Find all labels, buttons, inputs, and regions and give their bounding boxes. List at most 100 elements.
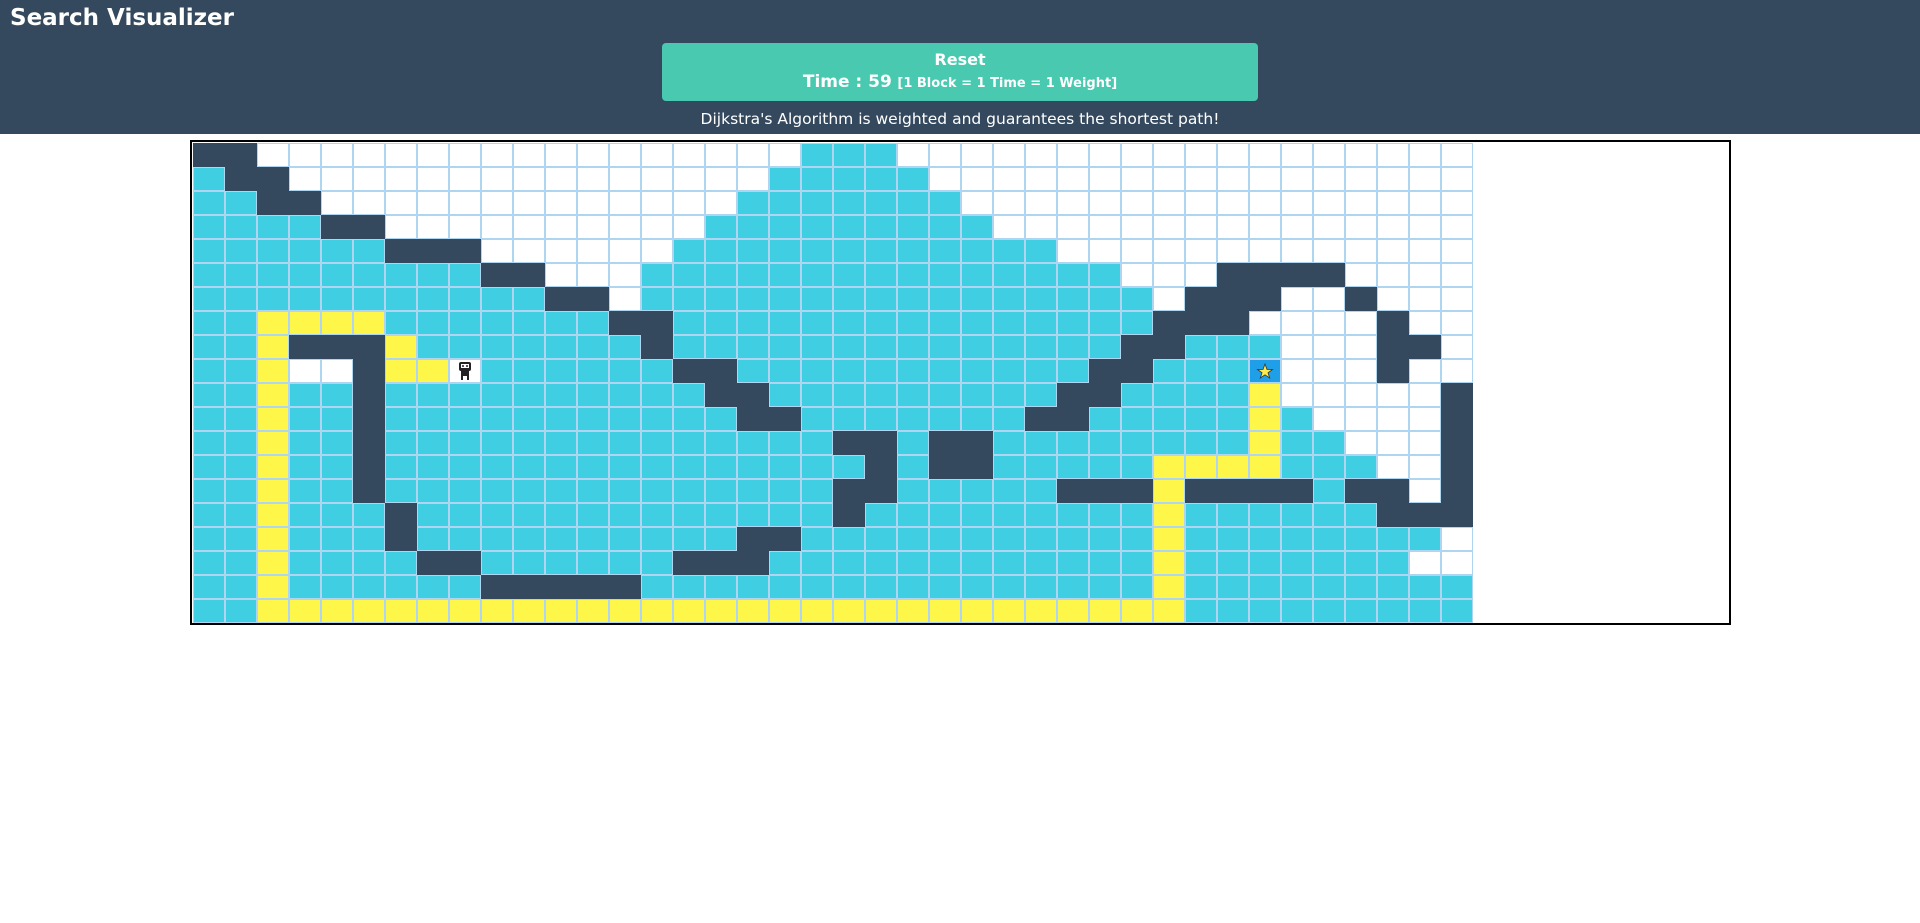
visited-cell[interactable] [673,335,705,359]
path-cell[interactable] [353,311,385,335]
visited-cell[interactable] [481,503,513,527]
path-cell[interactable] [545,599,577,623]
visited-cell[interactable] [1313,527,1345,551]
grid-cell[interactable] [673,191,705,215]
wall-cell[interactable] [1249,479,1281,503]
visited-cell[interactable] [449,287,481,311]
wall-cell[interactable] [737,527,769,551]
wall-cell[interactable] [193,143,225,167]
grid-cell[interactable] [577,263,609,287]
wall-cell[interactable] [833,503,865,527]
path-cell[interactable] [257,431,289,455]
visited-cell[interactable] [641,431,673,455]
visited-cell[interactable] [801,503,833,527]
wall-cell[interactable] [1121,359,1153,383]
visited-cell[interactable] [641,455,673,479]
path-cell[interactable] [257,383,289,407]
visited-cell[interactable] [993,575,1025,599]
visited-cell[interactable] [1281,575,1313,599]
visited-cell[interactable] [545,479,577,503]
visited-cell[interactable] [577,527,609,551]
visited-cell[interactable] [801,383,833,407]
grid-cell[interactable] [641,239,673,263]
wall-cell[interactable] [545,287,577,311]
visited-cell[interactable] [1377,527,1409,551]
visited-cell[interactable] [1345,503,1377,527]
visited-cell[interactable] [801,191,833,215]
visited-cell[interactable] [545,383,577,407]
visited-cell[interactable] [417,311,449,335]
grid-cell[interactable] [1441,239,1473,263]
visited-cell[interactable] [385,287,417,311]
grid-cell[interactable] [321,359,353,383]
grid-cell[interactable] [513,215,545,239]
grid-cell[interactable] [385,215,417,239]
grid-cell[interactable] [1377,143,1409,167]
path-cell[interactable] [961,599,993,623]
grid-cell[interactable] [1089,215,1121,239]
visited-cell[interactable] [1153,407,1185,431]
visited-cell[interactable] [1281,527,1313,551]
visited-cell[interactable] [897,551,929,575]
visited-cell[interactable] [993,551,1025,575]
wall-cell[interactable] [1057,407,1089,431]
visited-cell[interactable] [961,503,993,527]
grid-cell[interactable] [1409,311,1441,335]
grid-cell[interactable] [1441,191,1473,215]
visited-cell[interactable] [961,479,993,503]
visited-cell[interactable] [289,383,321,407]
wall-cell[interactable] [353,215,385,239]
wall-cell[interactable] [641,335,673,359]
wall-cell[interactable] [1153,335,1185,359]
grid-cell[interactable] [1441,215,1473,239]
wall-cell[interactable] [1121,335,1153,359]
wall-cell[interactable] [1281,479,1313,503]
wall-cell[interactable] [1441,431,1473,455]
visited-cell[interactable] [1025,359,1057,383]
visited-cell[interactable] [193,239,225,263]
visited-cell[interactable] [737,311,769,335]
grid-cell[interactable] [1409,407,1441,431]
wall-cell[interactable] [1217,479,1249,503]
grid-cell[interactable] [1281,191,1313,215]
grid-cell[interactable] [1313,215,1345,239]
visited-cell[interactable] [193,215,225,239]
visited-cell[interactable] [1025,383,1057,407]
wall-cell[interactable] [737,551,769,575]
wall-cell[interactable] [769,407,801,431]
visited-cell[interactable] [321,239,353,263]
visited-cell[interactable] [417,335,449,359]
wall-cell[interactable] [1249,287,1281,311]
grid-cell[interactable] [1313,191,1345,215]
visited-cell[interactable] [769,575,801,599]
visited-cell[interactable] [801,239,833,263]
grid-cell[interactable] [929,143,961,167]
visited-cell[interactable] [513,455,545,479]
visited-cell[interactable] [705,479,737,503]
visited-cell[interactable] [545,359,577,383]
grid-cell[interactable] [1185,143,1217,167]
grid-cell[interactable] [1345,191,1377,215]
wall-cell[interactable] [1377,311,1409,335]
grid-cell[interactable] [1153,191,1185,215]
path-cell[interactable] [289,311,321,335]
visited-cell[interactable] [897,431,929,455]
wall-cell[interactable] [513,263,545,287]
visited-cell[interactable] [1121,503,1153,527]
visited-cell[interactable] [673,455,705,479]
visited-cell[interactable] [1025,239,1057,263]
visited-cell[interactable] [833,215,865,239]
grid-cell[interactable] [897,143,929,167]
visited-cell[interactable] [1025,263,1057,287]
wall-cell[interactable] [833,479,865,503]
grid-cell[interactable] [1345,335,1377,359]
visited-cell[interactable] [193,263,225,287]
grid-cell[interactable] [1153,287,1185,311]
visited-cell[interactable] [769,383,801,407]
grid-cell[interactable] [1377,455,1409,479]
visited-cell[interactable] [289,407,321,431]
visited-cell[interactable] [1025,335,1057,359]
visited-cell[interactable] [1345,455,1377,479]
visited-cell[interactable] [417,503,449,527]
visited-cell[interactable] [929,575,961,599]
